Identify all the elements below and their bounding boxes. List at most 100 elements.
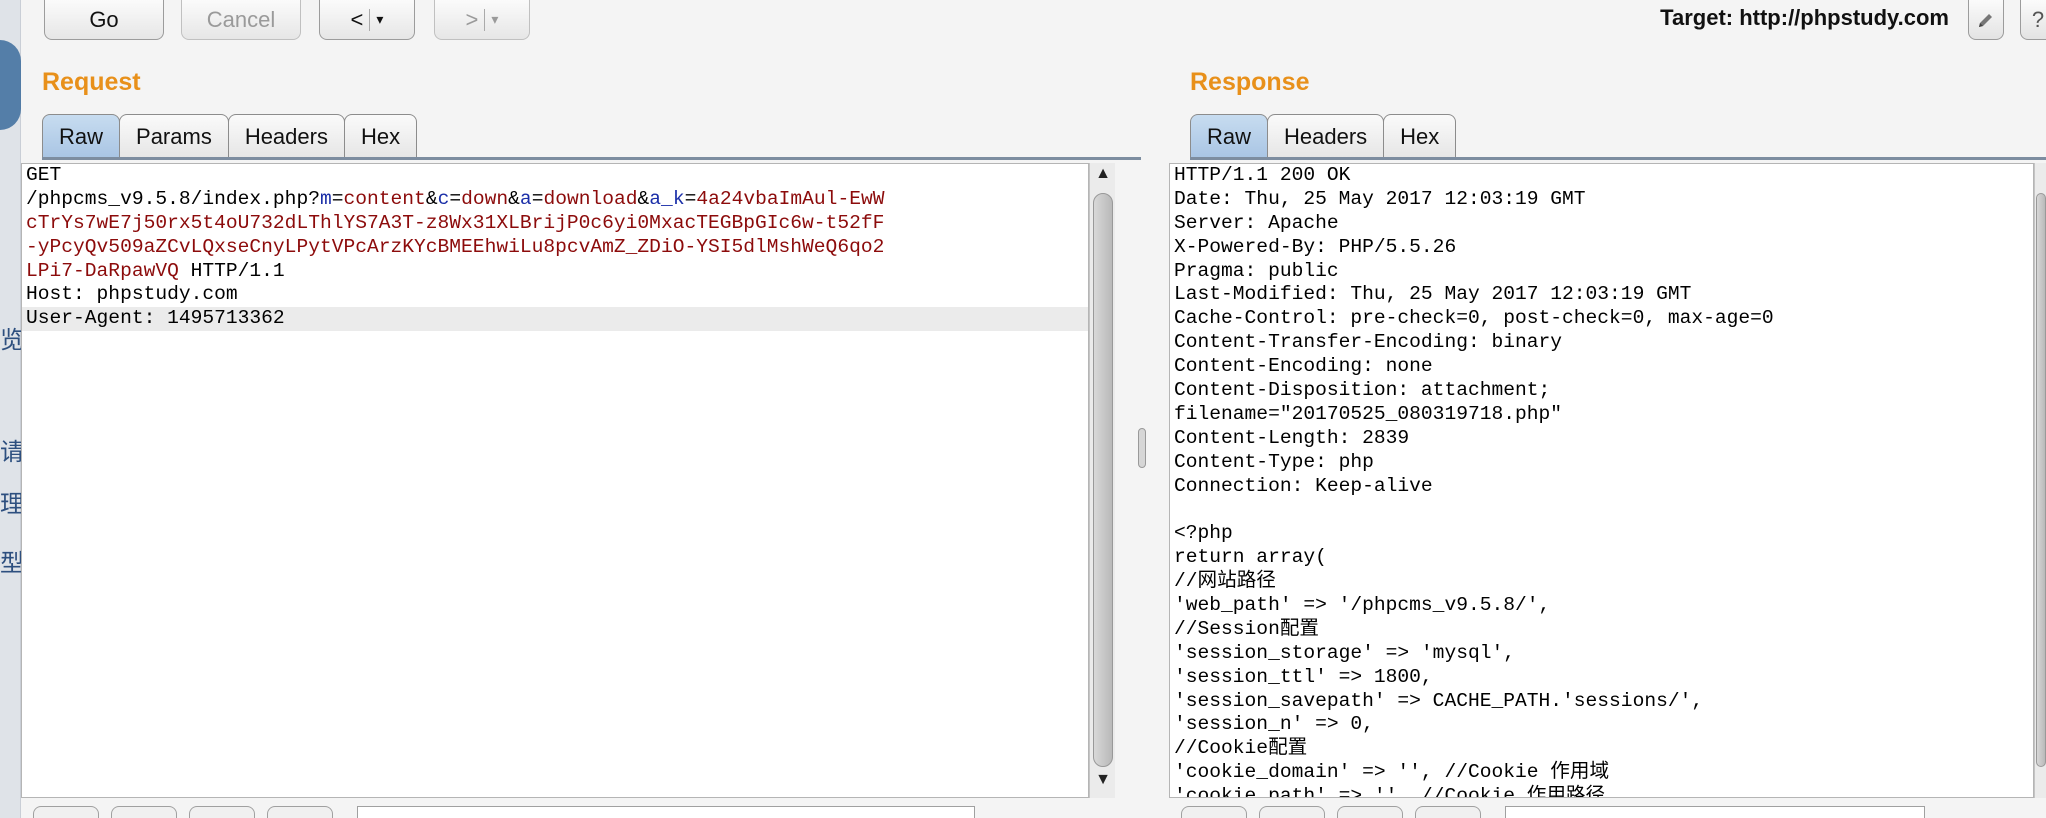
response-line: 'web_path' => '/phpcms_v9.5.8/', [1174,594,1551,617]
left-strip-glyph: 理 [0,490,21,518]
chevron-down-icon[interactable]: ▾ [491,11,498,28]
param-key: a_k [649,187,685,210]
scroll-down-icon[interactable]: ▼ [1090,771,1116,789]
response-line: Server: Apache [1174,211,1339,234]
response-line: <?php [1174,522,1233,545]
request-line: User-Agent: 1495713362 [22,307,1088,332]
response-line: 'session_storage' => 'mysql', [1174,641,1515,664]
response-line: 'session_savepath' => CACHE_PATH.'sessio… [1174,689,1704,712]
tab-params[interactable]: Params [119,114,229,158]
request-tabs: Raw Params Headers Hex [42,114,418,158]
response-line: //Session配置 [1174,617,1320,640]
param-value: LPi7-DaRpawVQ [26,259,179,282]
response-line: Content-Transfer-Encoding: binary [1174,331,1563,354]
url-path: /phpcms_v9.5.8/index.php? [26,187,320,210]
response-line: //Cookie配置 [1174,737,1308,760]
param-eq: = [684,187,697,210]
response-line: Connection: Keep-alive [1174,474,1433,497]
param-amp: & [637,187,650,210]
response-line: Content-Encoding: none [1174,355,1433,378]
param-eq: = [531,187,544,210]
help-button[interactable]: ? [2020,0,2046,40]
prev-match-button[interactable] [33,806,99,818]
tab-hex[interactable]: Hex [1383,114,1457,158]
response-line: Content-Type: php [1174,450,1374,473]
tab-divider [42,157,1141,160]
repeater-window: Go Cancel < ▾ > ▾ Target: http://phpstud… [21,0,2046,818]
tab-headers[interactable]: Headers [227,114,345,158]
go-label: Go [89,6,119,32]
param-amp: & [425,187,438,210]
request-line: GET [26,164,62,186]
response-line: 'session_ttl' => 1800, [1174,665,1433,688]
go-button[interactable]: Go [44,0,164,40]
http-version: HTTP/1.1 [178,259,285,282]
tab-hex[interactable]: Hex [343,114,418,158]
response-line: HTTP/1.1 200 OK [1174,164,1351,186]
left-strip-glyph: 览 [0,326,21,354]
chevron-down-icon[interactable]: ▾ [376,11,383,28]
response-line: Cache-Control: pre-check=0, post-check=0… [1174,307,1774,330]
response-line: X-Powered-By: PHP/5.5.26 [1174,235,1457,258]
param-value: content [343,187,426,210]
tab-headers[interactable]: Headers [1267,114,1385,158]
left-window-strip: 览 请 理 型 [0,0,21,818]
param-key: m [319,187,332,210]
pane-splitter[interactable] [1138,428,1146,468]
edit-target-button[interactable] [1968,0,2004,40]
tab-raw[interactable]: Raw [1190,114,1269,158]
options-button[interactable] [1415,806,1481,818]
response-line: Pragma: public [1174,259,1339,282]
response-line: return array( [1174,546,1327,569]
response-line: 'session_n' => 0, [1174,713,1374,736]
cancel-button[interactable]: Cancel [181,0,301,40]
response-line: filename="20170525_080319718.php" [1174,402,1563,425]
back-label: < [350,6,364,32]
response-scrollbar[interactable] [2034,163,2046,798]
request-line: -yPcyQv509aZCvLQxseCnyLPytVPcArzKYcBMEEh… [26,235,885,258]
response-editor[interactable]: HTTP/1.1 200 OK Date: Thu, 25 May 2017 12… [1169,163,2034,798]
scroll-up-icon[interactable]: ▲ [1090,165,1116,183]
response-line: //网站路径 [1174,570,1276,593]
forward-label: > [465,6,479,32]
cancel-label: Cancel [206,6,276,32]
left-strip-glyph: 请 [0,438,21,466]
tab-divider [1190,157,2046,160]
param-eq: = [331,187,344,210]
response-line: Last-Modified: Thu, 25 May 2017 12:03:19… [1174,283,1692,306]
param-value: down [461,187,509,210]
add-button[interactable] [1259,806,1325,818]
response-line: 'cookie_path' => '', //Cookie 作用路径 [1174,785,1606,798]
param-key: a [519,187,532,210]
response-line [1170,498,2033,522]
help-icon: ? [2031,6,2045,32]
prev-match-button[interactable] [1181,806,1247,818]
response-title: Response [1190,68,1310,96]
response-search-input[interactable] [1505,806,1925,818]
next-match-button[interactable] [1337,806,1403,818]
request-title: Request [42,68,141,96]
response-line: 'cookie_domain' => '', //Cookie 作用域 [1174,761,1610,784]
tab-raw[interactable]: Raw [42,114,121,158]
request-editor[interactable]: GET /phpcms_v9.5.8/index.php?m=content&c… [21,163,1089,798]
response-line: Date: Thu, 25 May 2017 12:03:19 GMT [1174,187,1586,210]
request-search-input[interactable] [357,806,975,818]
button-separator [369,8,371,31]
back-button[interactable]: < ▾ [319,0,415,40]
request-line-4: LPi7-DaRpawVQ HTTP/1.1 [22,260,1088,284]
scroll-thumb[interactable] [1093,193,1113,767]
request-line: Host: phpstudy.com [26,283,238,306]
target-label: Target: http://phpstudy.com [1660,5,1949,30]
add-button[interactable] [111,806,177,818]
param-key: c [437,187,450,210]
left-strip-glyph: 型 [0,549,21,577]
next-match-button[interactable] [189,806,255,818]
param-eq: = [449,187,462,210]
request-scrollbar[interactable]: ▲ ▼ [1089,163,1115,798]
forward-button[interactable]: > ▾ [434,0,530,40]
scroll-thumb[interactable] [2036,193,2046,767]
pencil-icon [1979,13,1992,27]
response-line: Content-Length: 2839 [1174,426,1410,449]
left-strip-logo [0,40,21,130]
options-button[interactable] [267,806,333,818]
